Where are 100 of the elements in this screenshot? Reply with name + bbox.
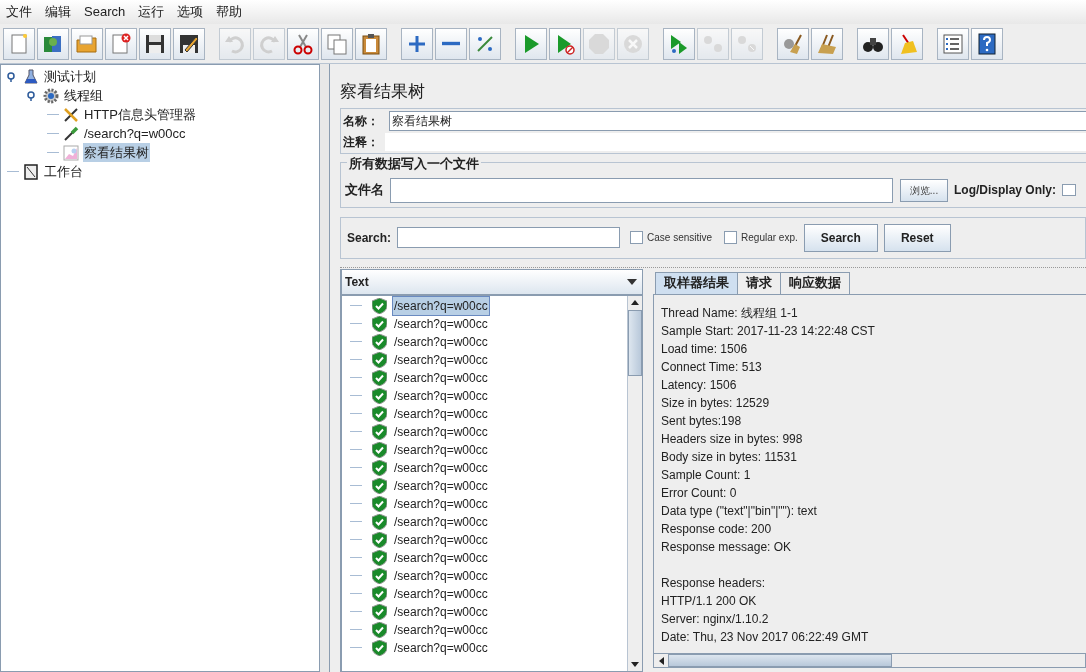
up-arrow-icon — [631, 300, 639, 305]
result-item[interactable]: /search?q=w00cc — [392, 313, 490, 334]
wrench-screwdriver-icon — [63, 106, 79, 123]
result-item[interactable]: /search?q=w00cc — [392, 565, 490, 586]
result-item[interactable]: /search?q=w00cc — [392, 295, 490, 316]
menu-item[interactable]: 文件 — [6, 2, 32, 22]
success-shield-icon — [372, 639, 387, 656]
name-label: 名称： — [343, 113, 380, 130]
success-shield-icon — [372, 567, 387, 584]
menu-item[interactable]: Search — [84, 2, 126, 22]
toolbar-button[interactable] — [173, 27, 205, 60]
result-item[interactable]: /search?q=w00cc — [392, 529, 490, 550]
result-item[interactable]: /search?q=w00cc — [392, 475, 490, 496]
tree-node-label[interactable]: HTTP信息头管理器 — [83, 104, 197, 125]
minus-icon — [442, 41, 460, 46]
result-item[interactable]: /search?q=w00cc — [392, 511, 490, 532]
notebook-icon — [23, 163, 39, 180]
tree-node-label[interactable]: 工作台 — [43, 161, 84, 182]
scroll-thumb[interactable] — [628, 309, 642, 376]
toolbar-button[interactable] — [355, 27, 387, 60]
detail-line: Server: nginx/1.10.2 — [661, 610, 770, 628]
success-shield-icon — [372, 369, 387, 386]
toolbar-button[interactable] — [971, 27, 1003, 60]
success-shield-icon — [372, 333, 387, 350]
checkbox[interactable] — [1062, 184, 1076, 196]
help-book-icon — [975, 31, 999, 56]
horizontal-scrollbar[interactable] — [653, 653, 1086, 668]
success-shield-icon — [372, 297, 387, 314]
comment-label: 注释： — [343, 134, 380, 151]
toolbar-button[interactable] — [139, 27, 171, 60]
result-item[interactable]: /search?q=w00cc — [392, 583, 490, 604]
copy-icon — [325, 31, 349, 56]
success-shield-icon — [372, 621, 387, 638]
detail-line: Sample Start: 2017-11-23 14:22:48 CST — [661, 322, 876, 340]
tree-node-label[interactable]: 测试计划 — [43, 66, 97, 87]
result-item[interactable]: /search?q=w00cc — [392, 547, 490, 568]
tree-node-label[interactable]: 线程组 — [63, 85, 104, 106]
expand-handle-icon[interactable] — [27, 90, 37, 101]
result-item[interactable]: /search?q=w00cc — [392, 421, 490, 442]
detail-line: Thread Name: 线程组 1-1 — [661, 304, 799, 322]
result-item[interactable]: /search?q=w00cc — [392, 331, 490, 352]
toolbar-button[interactable] — [857, 27, 889, 60]
menu-item[interactable]: 运行 — [138, 2, 165, 22]
file-name-field[interactable] — [390, 177, 893, 203]
result-item[interactable]: /search?q=w00cc — [392, 637, 490, 658]
tab[interactable]: 取样器结果 — [655, 271, 738, 294]
reset-button[interactable]: Reset — [883, 223, 951, 252]
result-item[interactable]: /search?q=w00cc — [392, 601, 490, 622]
detail-line: Body size in bytes: 11531 — [661, 448, 798, 466]
detail-line: Date: Thu, 23 Nov 2017 06:22:49 GMT — [661, 628, 870, 646]
close-document-icon — [109, 31, 133, 56]
menu-item[interactable]: 帮助 — [216, 2, 243, 22]
success-shield-icon — [372, 315, 387, 332]
horizontal-scroll-thumb[interactable] — [668, 654, 892, 667]
group-title: 所有数据写入一个文件 — [347, 154, 481, 174]
result-item[interactable]: /search?q=w00cc — [392, 349, 490, 370]
tree-node-label[interactable]: 察看结果树 — [83, 142, 150, 163]
success-shield-icon — [372, 513, 387, 530]
list-icon — [941, 31, 965, 56]
browse-button[interactable]: 浏览... — [900, 178, 948, 202]
detail-line: Connect Time: 513 — [661, 358, 763, 376]
log-display-only-label: Log/Display Only: — [954, 182, 1056, 199]
detail-line: Load time: 1506 — [661, 340, 749, 358]
result-item[interactable]: /search?q=w00cc — [392, 619, 490, 640]
success-shield-icon — [372, 495, 387, 512]
success-shield-icon — [372, 405, 387, 422]
detail-line: HTTP/1.1 200 OK — [661, 592, 758, 610]
detail-line: Response code: 200 — [661, 520, 773, 538]
detail-line: Sample Count: 1 — [661, 466, 752, 484]
result-item[interactable]: /search?q=w00cc — [392, 493, 490, 514]
expand-handle-icon[interactable] — [7, 71, 17, 82]
file-name-label: 文件名 — [345, 181, 384, 200]
left-arrow-icon — [658, 656, 664, 665]
case-sensitive-checkbox[interactable]: Case sensitive — [630, 230, 713, 245]
search-field[interactable] — [397, 227, 621, 248]
result-item[interactable]: /search?q=w00cc — [392, 457, 490, 478]
result-item[interactable]: /search?q=w00cc — [392, 385, 490, 406]
result-item[interactable]: /search?q=w00cc — [392, 439, 490, 460]
success-shield-icon — [372, 531, 387, 548]
detail-line: Sent bytes:198 — [661, 412, 743, 430]
flask-icon — [23, 68, 39, 85]
detail-line: Response headers: — [661, 574, 767, 592]
search-label: Search: — [347, 229, 392, 247]
chart-icon — [63, 144, 79, 161]
success-shield-icon — [372, 459, 387, 476]
success-shield-icon — [372, 477, 387, 494]
regular-exp-checkbox[interactable]: Regular exp. — [724, 230, 798, 245]
tree-node-label[interactable]: /search?q=w00cc — [83, 123, 187, 144]
renderer-dropdown[interactable]: Text — [341, 268, 643, 295]
menu-item[interactable]: 编辑 — [45, 2, 71, 22]
search-button[interactable]: Search — [803, 223, 878, 252]
gear-icon — [43, 87, 59, 104]
result-item[interactable]: /search?q=w00cc — [392, 403, 490, 424]
result-item[interactable]: /search?q=w00cc — [392, 367, 490, 388]
clipboard-icon — [359, 31, 383, 56]
panel-title: 察看结果树 — [340, 80, 426, 103]
success-shield-icon — [372, 351, 387, 368]
menu-item[interactable]: 选项 — [177, 2, 204, 22]
tab[interactable]: 响应数据 — [780, 271, 850, 294]
name-field[interactable]: 察看结果树 — [389, 111, 1086, 131]
